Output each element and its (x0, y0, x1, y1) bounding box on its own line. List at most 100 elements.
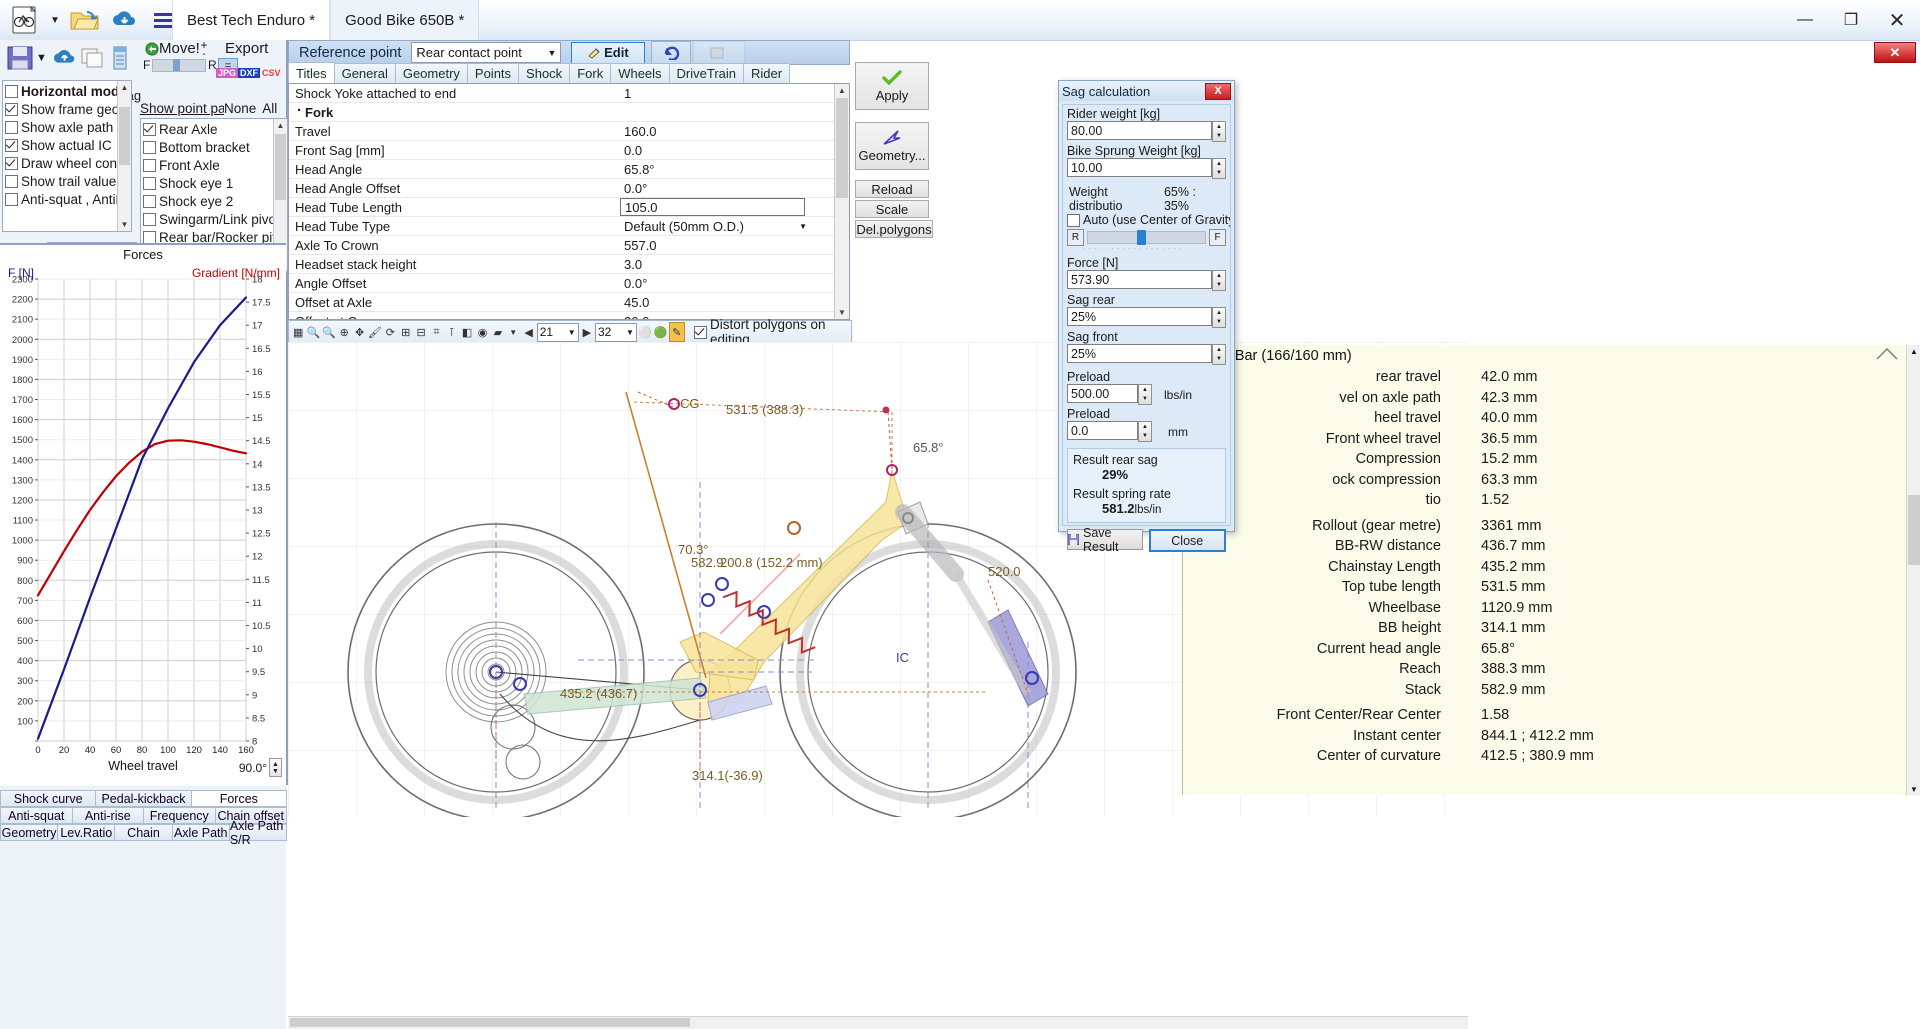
export-dxf-icon[interactable]: DXF (238, 68, 261, 78)
checkbox-show-actual-ic[interactable] (5, 138, 18, 152)
hscroll-thumb[interactable] (290, 1018, 690, 1027)
tab-axle-path-sr[interactable]: Axle Path S/R (228, 819, 288, 847)
sag-rear-field[interactable]: 25% ▲ ▼ (1067, 307, 1226, 328)
cloud-download-icon[interactable] (108, 3, 142, 37)
layers-icon[interactable]: ◧ (460, 323, 474, 341)
move-icon[interactable] (145, 42, 159, 56)
sag-close-button[interactable]: Close (1148, 529, 1226, 552)
step-value-1[interactable]: 21 ▼ (536, 322, 579, 342)
point-path-item-5[interactable]: Swingarm/Link pivo (141, 210, 287, 228)
chart-angle-spinner[interactable]: ▲ ▼ (269, 758, 282, 777)
chevron-down-icon[interactable]: ▼ (48, 15, 62, 26)
results-scrollbar[interactable]: ▲ ▼ (1906, 345, 1920, 795)
property-value[interactable]: Default (50mm O.D.) ▼ (620, 219, 835, 234)
tab-lev-ratio[interactable]: Lev.Ratio (57, 824, 116, 841)
save-dropdown-icon[interactable]: ▼ (36, 52, 47, 64)
fr-slider[interactable] (152, 59, 206, 72)
view-options-scrollbar[interactable]: ▲ ▼ (117, 81, 131, 231)
property-value[interactable]: 0.0 (620, 143, 835, 158)
property-grid[interactable]: Shock Yoke attached to end 1 Fork Travel 160… (288, 83, 850, 320)
tab-geometry[interactable]: Geometry (0, 824, 59, 841)
preload-rate-field[interactable]: 500.00 ▲ ▼ lbs/in (1067, 384, 1226, 405)
sag-dialog-titlebar[interactable]: Sag calculation X (1059, 81, 1234, 101)
export-label[interactable]: Export (225, 40, 268, 57)
scroll-down-icon[interactable]: ▼ (118, 218, 131, 231)
bike-document-icon[interactable] (8, 3, 42, 37)
property-row[interactable]: Shock Yoke attached to end 1 (289, 84, 835, 103)
snap-icon[interactable]: ⌗ (429, 323, 443, 341)
save-result-button[interactable]: Save Result (1067, 526, 1143, 554)
results-collapse-button[interactable] (1875, 347, 1899, 361)
property-value[interactable]: 0.0° (620, 276, 835, 291)
property-value[interactable]: 0.0° (620, 181, 835, 196)
tab-drivetrain[interactable]: DriveTrain (668, 63, 745, 83)
palette-icon[interactable]: ◉ (475, 323, 489, 341)
save-icon[interactable] (4, 42, 36, 74)
canvas-horizontal-scrollbar[interactable] (288, 1016, 1468, 1029)
property-row[interactable]: Angle Offset 0.0° (289, 274, 835, 293)
property-value[interactable]: 557.0 (620, 238, 835, 253)
tab-forces[interactable]: Forces (190, 790, 287, 807)
auto-cog-row[interactable]: Auto (use Center of Gravity) (1063, 213, 1230, 227)
chevron-down-icon-prop[interactable]: ▼ (799, 222, 807, 231)
bike-sprung-weight-spinner[interactable]: ▲ ▼ (1212, 158, 1226, 179)
redo-button[interactable] (693, 41, 746, 64)
rider-weight-field[interactable]: 80.00 ▲ ▼ (1067, 121, 1226, 142)
point-path-all-button[interactable]: All (262, 101, 277, 116)
export-jpg-icon[interactable]: JPG (216, 68, 239, 78)
view-option-0[interactable]: Horizontal mode (3, 82, 131, 100)
scroll-up-icon[interactable]: ▲ (118, 81, 131, 94)
view-options-list[interactable]: Horizontal mode Show frame geome Show ax… (2, 80, 132, 232)
chart-canvas[interactable]: 0 20 40 60 80 100 120 140 1601002003004005006007… (0, 245, 286, 787)
view-option-1[interactable]: Show frame geome (3, 100, 131, 118)
checkbox-rear-bar-rocker-pivot[interactable] (143, 230, 156, 244)
view-option-4[interactable]: Draw wheel contact (3, 154, 131, 172)
panel-close-button[interactable]: ✕ (1874, 42, 1916, 63)
weight-distribution-slider[interactable] (1087, 230, 1206, 245)
export-csv-icon[interactable]: CSV (260, 68, 283, 78)
point-path-item-4[interactable]: Shock eye 2 (141, 192, 287, 210)
copy-icon[interactable] (80, 44, 108, 72)
property-value[interactable]: 1 (620, 86, 835, 101)
maximize-button[interactable]: ❐ (1828, 0, 1874, 40)
step-next-icon[interactable]: ▶ (580, 323, 594, 341)
checkbox-auto-cog[interactable] (1067, 213, 1080, 227)
apply-button[interactable]: Apply (855, 62, 929, 110)
view-option-6[interactable]: Anti-squat , AntiRise (3, 190, 131, 208)
view-option-5[interactable]: Show trail values (3, 172, 131, 190)
checkbox-anti-squat[interactable] (5, 192, 18, 206)
preload-mm-spinner[interactable]: ▲ ▼ (1138, 421, 1152, 442)
edit-button[interactable]: Edit (571, 41, 646, 64)
checkbox-bottom-bracket[interactable] (143, 140, 156, 154)
point-path-item-2[interactable]: Front Axle (141, 156, 287, 174)
tab-frequency[interactable]: Frequency (143, 807, 216, 824)
tab-axle-path[interactable]: Axle Path (171, 824, 230, 841)
property-value[interactable]: 3.0 (620, 257, 835, 272)
preload-rate-spinner[interactable]: ▲ ▼ (1138, 384, 1152, 405)
pan-icon[interactable]: ✥ (352, 323, 366, 341)
sag-calculation-dialog[interactable]: Sag calculation X Rider weight [kg] 80.0… (1058, 80, 1235, 554)
checkbox-horizontal-mode[interactable] (5, 84, 18, 98)
prop-scroll-up-icon[interactable]: ▲ (835, 84, 849, 97)
checkbox-swingarm-link-pivot[interactable] (143, 212, 156, 226)
checkbox-show-trail-values[interactable] (5, 174, 18, 188)
circle-gray-icon[interactable]: ⚪ (638, 323, 652, 341)
document-tab-1[interactable]: Good Bike 650B * (330, 0, 480, 40)
reload-button[interactable]: Reload (855, 180, 929, 198)
rider-weight-spinner[interactable]: ▲ ▼ (1212, 121, 1226, 142)
sag-dialog-close-icon[interactable]: X (1205, 82, 1231, 100)
zoom-out-icon[interactable]: 🔍 (322, 323, 336, 341)
rotate-icon[interactable]: ⟳ (383, 323, 397, 341)
open-folder-icon[interactable] (68, 3, 102, 37)
del-polygons-button[interactable]: Del.polygons (855, 220, 933, 238)
undo-button[interactable] (651, 41, 692, 64)
property-value[interactable]: 105.0 (620, 198, 805, 216)
grid-icon[interactable]: ▦ (291, 323, 305, 341)
property-value[interactable]: 65.8° (620, 162, 835, 177)
step-value-2[interactable]: 32 ▼ (595, 322, 637, 342)
checkbox-show-axle-path[interactable] (5, 120, 18, 134)
zoom-fit-icon[interactable]: ⊕ (337, 323, 351, 341)
property-row[interactable]: Front Sag [mm] 0.0 (289, 141, 835, 160)
checkbox-show-frame-geometry[interactable] (5, 102, 18, 116)
rider-weight-input[interactable]: 80.00 (1067, 121, 1212, 140)
